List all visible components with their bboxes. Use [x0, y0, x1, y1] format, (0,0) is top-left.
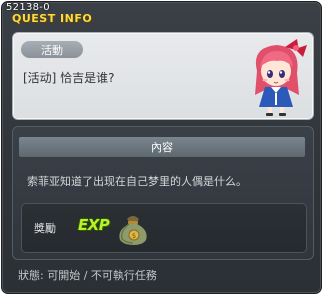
exp-icon: EXP	[78, 216, 110, 234]
content-section-header: 內容	[19, 137, 305, 157]
npc-portrait-icon	[255, 39, 307, 116]
window-title: QUEST INFO	[12, 12, 93, 25]
quest-header-panel: 活動 [活动] 恰吉是谁?	[12, 32, 314, 120]
reward-box: 獎勵 EXP $	[21, 203, 307, 253]
quest-content-panel: 內容 索菲亚知道了出现在自己梦里的人偶是什么。 獎勵 EXP $	[12, 126, 314, 260]
quest-description: 索菲亚知道了出现在自己梦里的人偶是什么。	[27, 175, 247, 188]
quest-name: [活动] 恰吉是谁?	[23, 71, 115, 85]
quest-info-window: 52138-0 QUEST INFO 活動 [活动] 恰吉是谁? 內容 索菲亚知…	[1, 1, 322, 294]
money-bag-icon[interactable]: $	[114, 210, 152, 246]
reward-label: 獎勵	[34, 222, 56, 235]
category-badge: 活動	[21, 41, 83, 58]
svg-text:$: $	[132, 232, 136, 240]
quest-status: 狀態: 可開始 / 不可執行任務	[18, 269, 157, 282]
